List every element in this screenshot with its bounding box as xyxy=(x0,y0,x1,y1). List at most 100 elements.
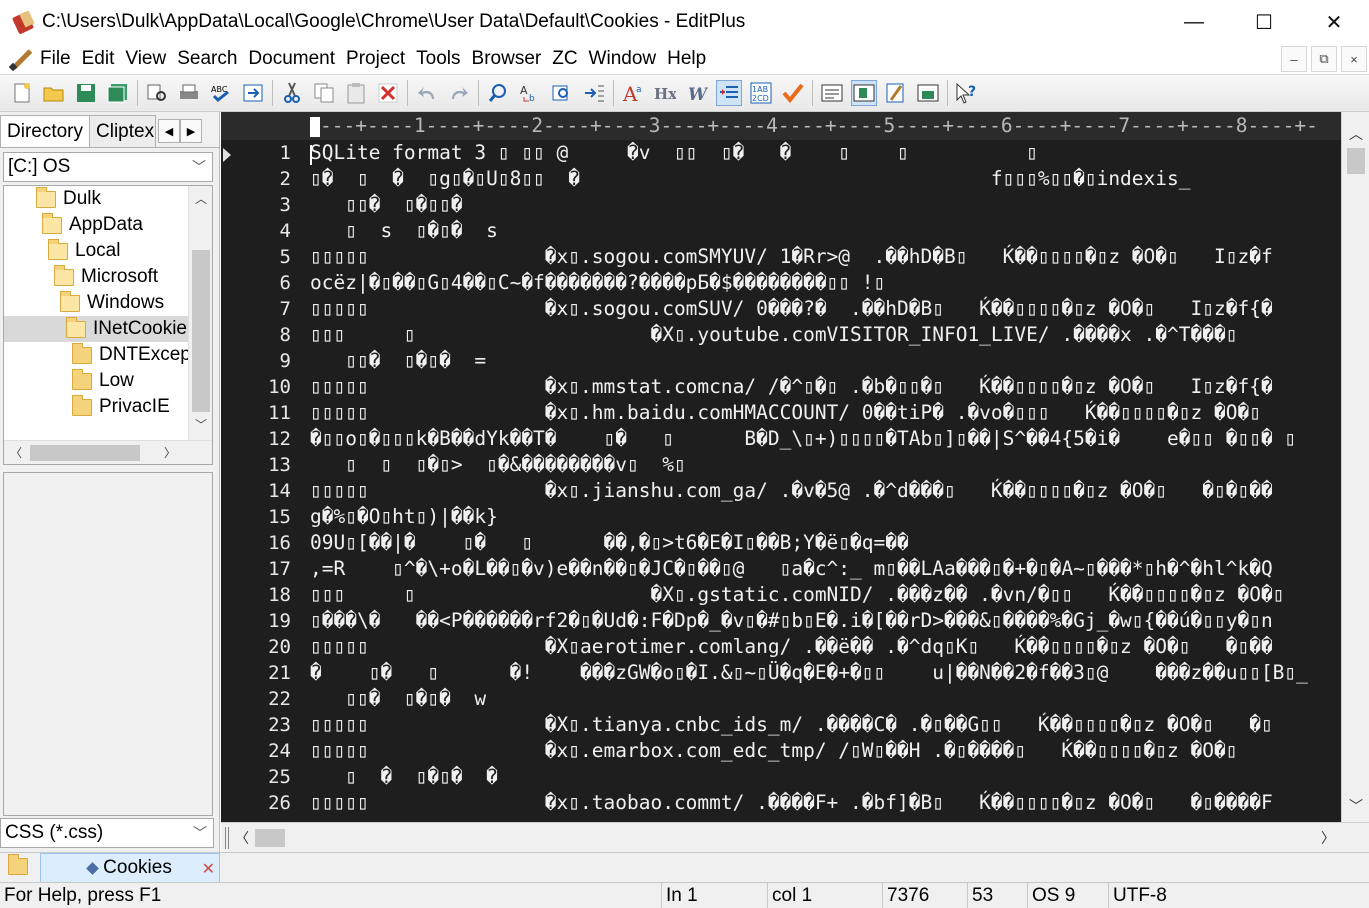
code-line[interactable]: ▯���\� ��<P������rf2�▯�Ud�:F�Dp�_�v▯�#▯b… xyxy=(310,608,1273,634)
code-line[interactable]: ▯▯▯▯▯ �x▯.emarbox.com_edc_tmp/ /▯W▯��H .… xyxy=(310,738,1237,764)
code-line[interactable]: ▯▯▯ ▯ �X▯.youtube.comVISITOR_INFO1_LIVE/… xyxy=(310,322,1237,348)
code-line[interactable]: � ▯� ▯ �! ���zGW�o▯�I.&▯~▯Ü�q�E�+�▯▯ u|�… xyxy=(310,660,1308,686)
indent-icon[interactable] xyxy=(716,80,742,106)
code-line[interactable]: ▯▯▯▯▯ �x▯.sogou.comSMYUV/ 1�Rr>@ .��hD�B… xyxy=(310,244,1273,270)
code-area[interactable]: SQLite format 3 ▯ ▯▯ @ �v ▯▯ ▯� � ▯ ▯ ▯ ▯… xyxy=(310,140,1340,822)
code-line[interactable]: g�%▯�O▯ht▯)|��k} xyxy=(310,504,498,530)
save-all-icon[interactable] xyxy=(105,80,131,106)
tab-directory[interactable]: Directory xyxy=(0,115,91,147)
mdi-minimize-button[interactable]: – xyxy=(1281,46,1307,72)
menu-zc[interactable]: ZC xyxy=(552,48,577,70)
folder-icon[interactable] xyxy=(8,854,28,875)
replace-icon[interactable]: Ab xyxy=(517,80,543,106)
menu-window[interactable]: Window xyxy=(589,48,657,70)
code-line[interactable]: ▯▯▯▯▯ �X▯aerotimer.comlang/ .��ë�� .�^dq… xyxy=(310,634,1273,660)
code-line[interactable]: ▯▯▯▯▯ �x▯.sogou.comSUV/ 0���?� .��hD�B▯ … xyxy=(310,296,1273,322)
menu-document[interactable]: Document xyxy=(248,48,335,70)
chevron-left-icon[interactable]: 〈 xyxy=(235,828,249,848)
code-line[interactable]: ▯▯� ▯�▯� = xyxy=(310,348,486,374)
close-tab-icon[interactable]: ✕ xyxy=(202,859,215,879)
chevron-up-icon[interactable]: ︿ xyxy=(189,190,212,207)
file-filter-select[interactable]: CSS (*.css) ﹀ xyxy=(0,818,214,848)
copy-icon[interactable] xyxy=(311,80,337,106)
chevron-left-icon[interactable]: 〈 xyxy=(10,444,22,461)
code-line[interactable]: ▯▯▯ ▯ �X▯.gstatic.comNID/ .���z�� .�vn/�… xyxy=(310,582,1284,608)
font-icon[interactable]: Aa xyxy=(620,80,646,106)
scroll-thumb[interactable] xyxy=(192,250,210,412)
print-preview-icon[interactable] xyxy=(144,80,170,106)
tree-item-dntexception[interactable]: DNTExcep xyxy=(72,342,191,368)
close-button[interactable]: ✕ xyxy=(1299,0,1369,44)
split-handle[interactable] xyxy=(225,827,229,849)
code-line[interactable]: ▯▯� ▯�▯� w xyxy=(310,686,486,712)
undo-icon[interactable] xyxy=(414,80,440,106)
word-wrap-icon[interactable] xyxy=(819,80,845,106)
code-line[interactable]: 09U▯[��|� ▯� ▯ ��,�▯>t6�E�I▯��B;Y�ë▯�q=�… xyxy=(310,530,909,556)
editor-vertical-scrollbar[interactable]: ︿ ﹀ xyxy=(1341,112,1369,822)
chevron-right-icon[interactable]: 〉 xyxy=(1321,828,1335,848)
code-line[interactable]: ▯� ▯ � ▯g▯�▯U▯8▯▯ � f▯▯▯%▯▯�▯indexis_ xyxy=(310,166,1191,192)
new-file-icon[interactable] xyxy=(9,80,35,106)
menu-browser[interactable]: Browser xyxy=(472,48,542,70)
tree-item-inetcookie[interactable]: INetCookie xyxy=(4,316,189,342)
print-icon[interactable] xyxy=(176,80,202,106)
tab-scroll-right-icon[interactable]: ▶ xyxy=(180,119,203,143)
tree-item-windows[interactable]: Windows xyxy=(60,290,164,316)
preview-icon[interactable] xyxy=(883,80,909,106)
chevron-right-icon[interactable]: 〉 xyxy=(164,444,176,461)
tree-vertical-scrollbar[interactable]: ︿ ﹀ xyxy=(188,186,212,440)
tree-item-low[interactable]: Low xyxy=(72,368,134,394)
tree-item-appdata[interactable]: AppData xyxy=(42,212,143,238)
code-line[interactable]: ,=R ▯^�\+o�L��▯�v)e��n��▯�JC�▯��▯@ ▯a�c^… xyxy=(310,556,1273,582)
code-line[interactable]: ▯▯▯▯▯ �x▯.mmstat.comcna/ /�^▯�▯ .�b�▯▯�▯… xyxy=(310,374,1273,400)
find-in-files-icon[interactable] xyxy=(549,80,575,106)
redo-icon[interactable] xyxy=(446,80,472,106)
menu-search[interactable]: Search xyxy=(177,48,237,70)
open-folder-icon[interactable] xyxy=(41,80,67,106)
scroll-thumb[interactable] xyxy=(30,445,140,461)
mdi-close-button[interactable]: × xyxy=(1341,46,1367,72)
spell-check-icon[interactable]: ABC xyxy=(208,80,234,106)
chevron-down-icon[interactable]: ﹀ xyxy=(189,416,212,433)
help-icon[interactable]: ? xyxy=(954,80,980,106)
menu-help[interactable]: Help xyxy=(667,48,706,70)
code-line[interactable]: ▯ � ▯�▯� � xyxy=(310,764,498,790)
line-number-icon[interactable]: 1AB 2CD xyxy=(748,80,774,106)
tree-item-dulk[interactable]: Dulk xyxy=(36,186,101,212)
paste-icon[interactable] xyxy=(343,80,369,106)
italic-icon[interactable]: W xyxy=(684,80,710,106)
editplus-app-icon[interactable] xyxy=(11,10,36,35)
column-select-icon[interactable] xyxy=(851,80,877,106)
menu-file[interactable]: File xyxy=(40,48,71,70)
delete-icon[interactable] xyxy=(375,80,401,106)
code-line[interactable]: ocëz|�▯��▯G▯4��▯C~�f�������?����pБ�$����… xyxy=(310,270,885,296)
maximize-button[interactable]: ☐ xyxy=(1229,0,1299,44)
chevron-down-icon[interactable]: ﹀ xyxy=(1342,796,1369,816)
editor-horizontal-scrollbar[interactable]: 〈 〉 xyxy=(221,822,1369,852)
drive-select[interactable]: [C:] OS ﹀ xyxy=(3,152,213,182)
tree-item-local[interactable]: Local xyxy=(48,238,120,264)
tree-horizontal-scrollbar[interactable]: 〈 〉 xyxy=(4,440,212,464)
goto-line-icon[interactable] xyxy=(581,80,607,106)
menu-tools[interactable]: Tools xyxy=(416,48,460,70)
tab-scroll-left-icon[interactable]: ◀ xyxy=(158,119,181,143)
check-icon[interactable] xyxy=(780,80,806,106)
menu-edit[interactable]: Edit xyxy=(82,48,115,70)
chevron-up-icon[interactable]: ︿ xyxy=(1342,124,1369,144)
code-line[interactable]: SQLite format 3 ▯ ▯▯ @ �v ▯▯ ▯� � ▯ ▯ ▯ xyxy=(310,140,1038,166)
scroll-thumb[interactable] xyxy=(1347,148,1365,174)
code-line[interactable]: ▯▯▯▯▯ �x▯.taobao.commt/ .����F+ .�bf]�B▯… xyxy=(310,790,1273,816)
minimize-button[interactable]: — xyxy=(1159,0,1229,44)
find-icon[interactable] xyxy=(485,80,511,106)
file-list[interactable] xyxy=(3,472,213,816)
code-line[interactable]: ▯▯▯▯▯ �x▯.jianshu.com_ga/ .�v�5@ .�^d���… xyxy=(310,478,1273,504)
tree-item-privacie[interactable]: PrivacIE xyxy=(72,394,170,420)
tab-cliptext[interactable]: Cliptex xyxy=(90,115,157,147)
code-line[interactable]: ▯▯▯▯▯ �x▯.hm.baidu.comHMACCOUNT/ 0��tiP�… xyxy=(310,400,1261,426)
heading-icon[interactable]: Hx xyxy=(652,80,678,106)
tab-cookies[interactable]: Cookies ✕ xyxy=(40,853,220,883)
tree-item-microsoft[interactable]: Microsoft xyxy=(54,264,158,290)
refresh-icon[interactable] xyxy=(240,80,266,106)
save-icon[interactable] xyxy=(73,80,99,106)
code-line[interactable]: ▯▯▯▯▯ �X▯.tianya.cnbc_ids_m/ .����C� .�▯… xyxy=(310,712,1273,738)
